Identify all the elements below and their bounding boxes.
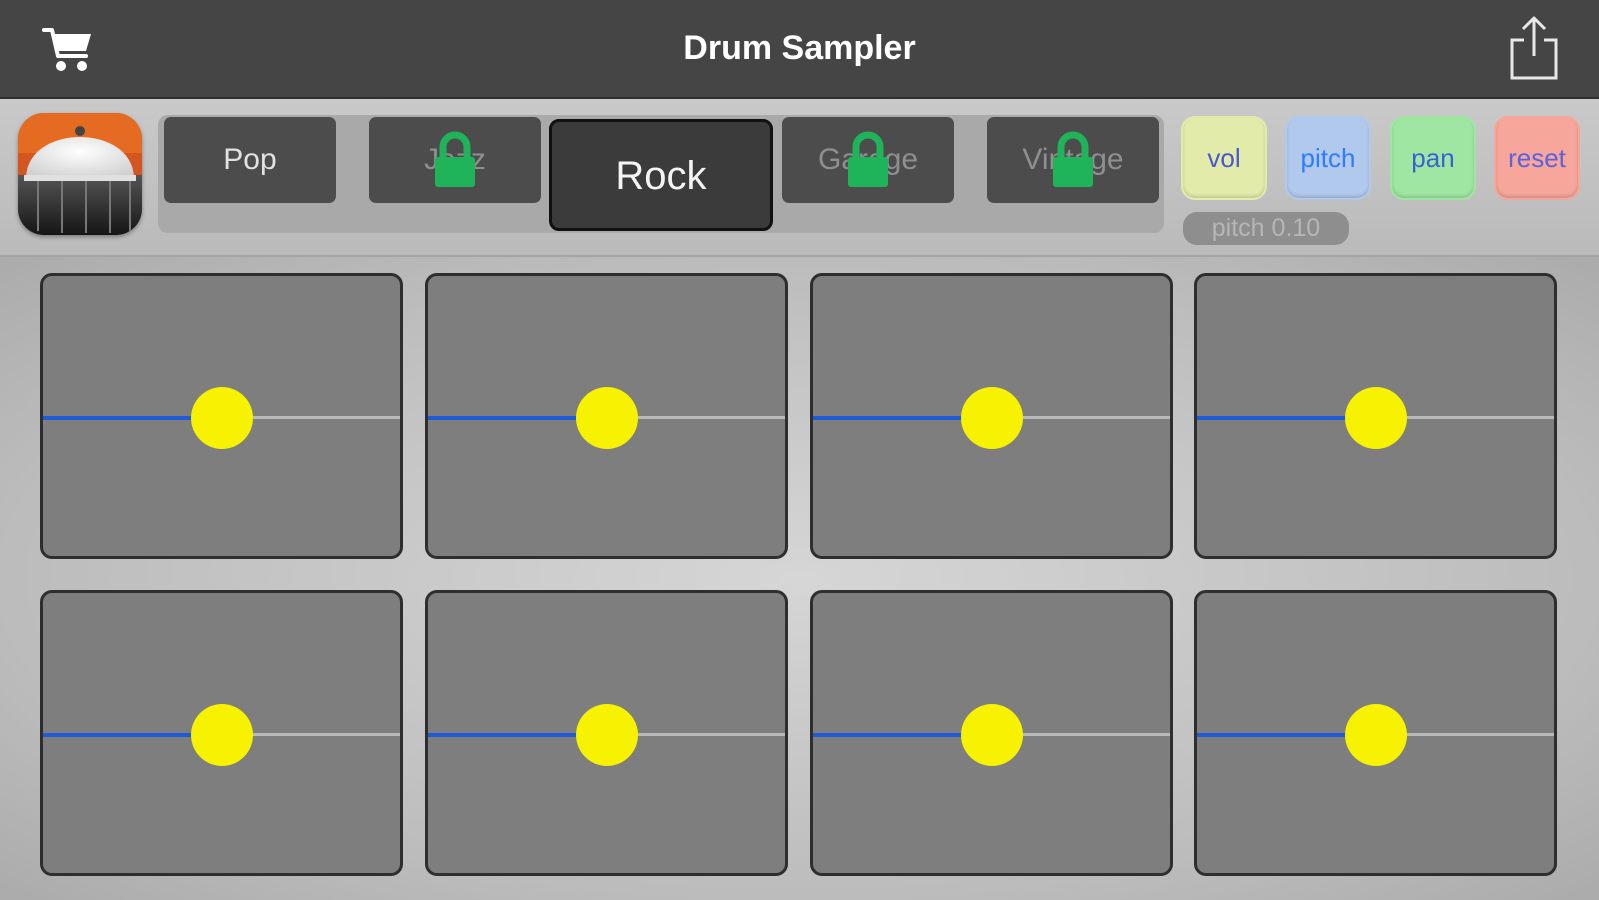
slider-knob[interactable] (575, 387, 638, 449)
drum-app-icon[interactable] (18, 113, 142, 235)
drum-pad-8[interactable] (1194, 590, 1557, 876)
app-title: Drum Sampler (683, 29, 916, 67)
cart-button[interactable] (42, 24, 96, 74)
share-icon (1510, 16, 1558, 80)
drum-pad-1[interactable] (40, 273, 403, 559)
kit-button-pop[interactable]: Pop (164, 117, 336, 203)
vol-button[interactable]: vol (1181, 116, 1267, 200)
drum-pad-4[interactable] (1194, 273, 1557, 559)
shopping-cart-icon (42, 28, 91, 71)
kit-button-rock[interactable]: Rock (549, 119, 773, 231)
slider-knob[interactable] (960, 387, 1023, 449)
slider-knob[interactable] (190, 387, 253, 449)
kit-button-vintage[interactable]: Vintage (987, 117, 1159, 203)
share-button[interactable] (1506, 14, 1562, 82)
kit-label: Rock (615, 154, 707, 198)
slider-knob[interactable] (575, 704, 638, 766)
parameter-readout: pitch 0.10 (1183, 212, 1349, 245)
navigation-bar: Drum Sampler (0, 0, 1599, 99)
pitch-button[interactable]: pitch (1285, 116, 1371, 200)
drum-pad-2[interactable] (425, 273, 788, 559)
kit-label: Garage (817, 143, 919, 176)
drum-pad-7[interactable] (810, 590, 1173, 876)
drum-pad-5[interactable] (40, 590, 403, 876)
kit-label: Jazz (424, 143, 486, 176)
kit-label: Vintage (1022, 143, 1124, 176)
kit-button-jazz[interactable]: Jazz (369, 117, 541, 203)
reset-button[interactable]: reset (1494, 116, 1580, 200)
slider-knob[interactable] (1344, 704, 1407, 766)
slider-knob[interactable] (190, 704, 253, 766)
kit-button-garage[interactable]: Garage (782, 117, 954, 203)
kit-label: Pop (223, 143, 277, 176)
slider-knob[interactable] (960, 704, 1023, 766)
pan-button[interactable]: pan (1390, 116, 1476, 200)
drum-pad-6[interactable] (425, 590, 788, 876)
slider-knob[interactable] (1344, 387, 1407, 449)
drum-pad-3[interactable] (810, 273, 1173, 559)
drum-icon (18, 113, 142, 235)
